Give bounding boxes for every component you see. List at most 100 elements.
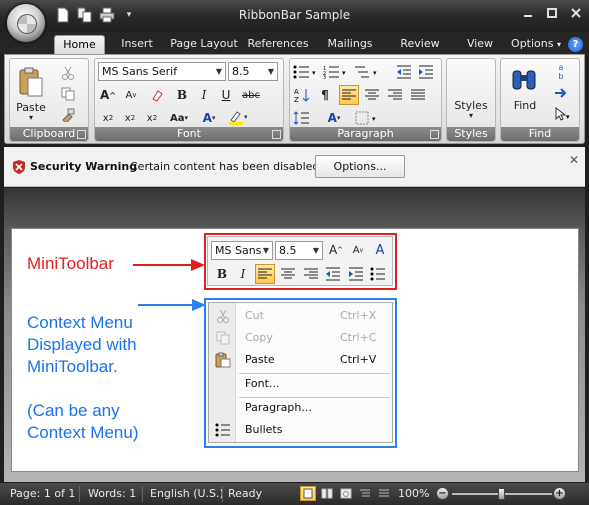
shrink-font-icon[interactable]: Av xyxy=(348,240,368,260)
zoom-out-icon[interactable]: − xyxy=(436,487,449,500)
italic-icon[interactable]: I xyxy=(233,264,253,284)
copy-icon xyxy=(215,330,231,346)
clear-format-icon[interactable] xyxy=(147,85,167,105)
menu-item-cut[interactable]: Cut Ctrl+X xyxy=(209,305,392,327)
increase-indent-icon[interactable] xyxy=(416,62,436,82)
font-face-combo[interactable]: MS Sans Serif ▼ xyxy=(98,62,226,81)
paragraph-launcher-icon[interactable] xyxy=(430,130,439,139)
application-button[interactable] xyxy=(6,3,46,43)
superscript-icon[interactable]: x2 xyxy=(120,108,140,128)
minitoolbar: MS Sans ▼ 8.5 ▼ A ^ Av A B I xyxy=(207,236,393,286)
align-right-icon[interactable] xyxy=(301,264,321,284)
status-language[interactable]: English (U.S.) xyxy=(150,487,224,500)
font-launcher-icon[interactable] xyxy=(272,130,281,139)
zoom-slider-thumb[interactable] xyxy=(498,488,505,500)
change-case-icon[interactable]: x2 xyxy=(142,108,162,128)
subscript-icon[interactable]: x2 xyxy=(98,108,118,128)
replace-icon[interactable]: ab xyxy=(551,62,571,82)
security-title: Security Warning xyxy=(30,160,138,173)
strikethrough-icon[interactable]: abc xyxy=(238,85,264,105)
align-center-icon[interactable] xyxy=(278,264,298,284)
shading-icon[interactable]: A ▾ xyxy=(320,108,348,128)
clipboard-launcher-icon[interactable] xyxy=(77,130,86,139)
context-menu: Cut Ctrl+X Copy Ctrl+C Paste Ctrl+V Font… xyxy=(208,302,393,443)
close-icon[interactable] xyxy=(569,6,583,20)
tab-home[interactable]: Home xyxy=(54,35,105,54)
increase-indent-icon[interactable] xyxy=(346,264,366,284)
find-button[interactable]: Find xyxy=(505,99,545,112)
status-page[interactable]: Page: 1 of 1 xyxy=(10,487,75,500)
menu-item-label: Bullets xyxy=(245,423,283,436)
select-icon[interactable]: ▾ xyxy=(551,104,575,124)
bold-icon[interactable]: B xyxy=(172,85,192,105)
borders-icon[interactable]: ▾ xyxy=(354,108,382,128)
tab-review[interactable]: Review xyxy=(396,35,444,54)
zoom-in-icon[interactable]: + xyxy=(553,487,566,500)
mini-font-combo[interactable]: MS Sans ▼ xyxy=(211,241,273,260)
tab-references[interactable]: References xyxy=(245,35,311,54)
help-icon[interactable]: ? xyxy=(568,37,583,52)
menu-item-copy[interactable]: Copy Ctrl+C xyxy=(209,327,392,349)
highlight-icon[interactable]: ▾ xyxy=(225,108,251,128)
font-color-icon[interactable]: A ▾ xyxy=(197,108,221,128)
tab-mailings[interactable]: Mailings xyxy=(322,35,378,54)
bold-icon[interactable]: B xyxy=(212,264,232,284)
align-left-icon[interactable] xyxy=(255,264,275,284)
zoom-level[interactable]: 100% xyxy=(398,487,429,500)
goto-icon[interactable] xyxy=(551,83,571,103)
text-effects-icon[interactable]: Aa ▾ xyxy=(166,108,192,128)
mini-size-value: 8.5 xyxy=(279,244,297,257)
close-icon[interactable]: ✕ xyxy=(569,153,579,167)
sort-icon[interactable]: AZ xyxy=(292,85,312,105)
security-warning-bar: Security Warning Certain content has bee… xyxy=(4,147,585,187)
draft-icon[interactable] xyxy=(376,486,392,501)
cut-icon[interactable] xyxy=(58,63,78,83)
mini-size-combo[interactable]: 8.5 ▼ xyxy=(275,241,323,260)
window-controls xyxy=(521,6,583,20)
maximize-icon[interactable] xyxy=(545,6,559,20)
menu-item-paragraph[interactable]: Paragraph... xyxy=(209,397,392,419)
align-right-icon[interactable] xyxy=(385,85,405,105)
numbering-icon[interactable]: 1 2 3 ▾ xyxy=(322,62,350,82)
line-spacing-icon[interactable] xyxy=(292,108,316,128)
copy-icon[interactable] xyxy=(58,84,78,104)
align-left-icon[interactable] xyxy=(339,85,359,105)
decrease-indent-icon[interactable] xyxy=(323,264,343,284)
font-color-icon[interactable]: A xyxy=(370,240,390,260)
underline-icon[interactable]: U xyxy=(216,85,236,105)
binoculars-icon[interactable] xyxy=(509,65,539,95)
outline-icon[interactable] xyxy=(357,486,373,501)
format-painter-icon[interactable] xyxy=(58,105,78,125)
justify-icon[interactable] xyxy=(408,85,428,105)
decrease-indent-icon[interactable] xyxy=(394,62,414,82)
security-options-button[interactable]: Options... xyxy=(315,155,405,178)
status-divider xyxy=(79,486,80,502)
tab-page-layout[interactable]: Page Layout xyxy=(169,35,239,54)
bullets-icon[interactable] xyxy=(368,264,388,284)
paste-icon[interactable] xyxy=(16,65,46,99)
shrink-font-icon[interactable]: Av xyxy=(121,85,141,105)
grow-font-icon[interactable]: A ^ xyxy=(98,85,118,105)
show-formatting-icon[interactable]: ¶ xyxy=(315,85,335,105)
options-menu[interactable]: Options ▾ xyxy=(511,35,561,54)
minimize-icon[interactable] xyxy=(521,6,535,20)
web-layout-icon[interactable] xyxy=(338,486,354,501)
svg-text:Z: Z xyxy=(294,96,299,103)
menu-item-paste[interactable]: Paste Ctrl+V xyxy=(209,349,392,371)
bullets-icon[interactable]: ▾ xyxy=(292,62,320,82)
full-screen-reading-icon[interactable] xyxy=(319,486,335,501)
align-center-icon[interactable] xyxy=(362,85,382,105)
grow-font-icon[interactable]: A ^ xyxy=(326,240,346,260)
print-layout-icon[interactable] xyxy=(300,486,316,501)
menu-item-font[interactable]: Font... xyxy=(209,373,392,395)
title-bar: ▾ RibbonBar Sample xyxy=(0,0,589,32)
menu-item-label: Copy xyxy=(245,331,273,344)
tab-insert[interactable]: Insert xyxy=(113,35,161,54)
status-words[interactable]: Words: 1 xyxy=(88,487,136,500)
italic-icon[interactable]: I xyxy=(194,85,214,105)
menu-item-bullets[interactable]: Bullets xyxy=(209,419,392,441)
tab-view[interactable]: View xyxy=(460,35,500,54)
paste-dropdown-icon[interactable]: ▾ xyxy=(24,113,38,122)
font-size-combo[interactable]: 8.5 ▼ xyxy=(228,62,278,81)
multilevel-list-icon[interactable]: ▾ xyxy=(353,62,381,82)
